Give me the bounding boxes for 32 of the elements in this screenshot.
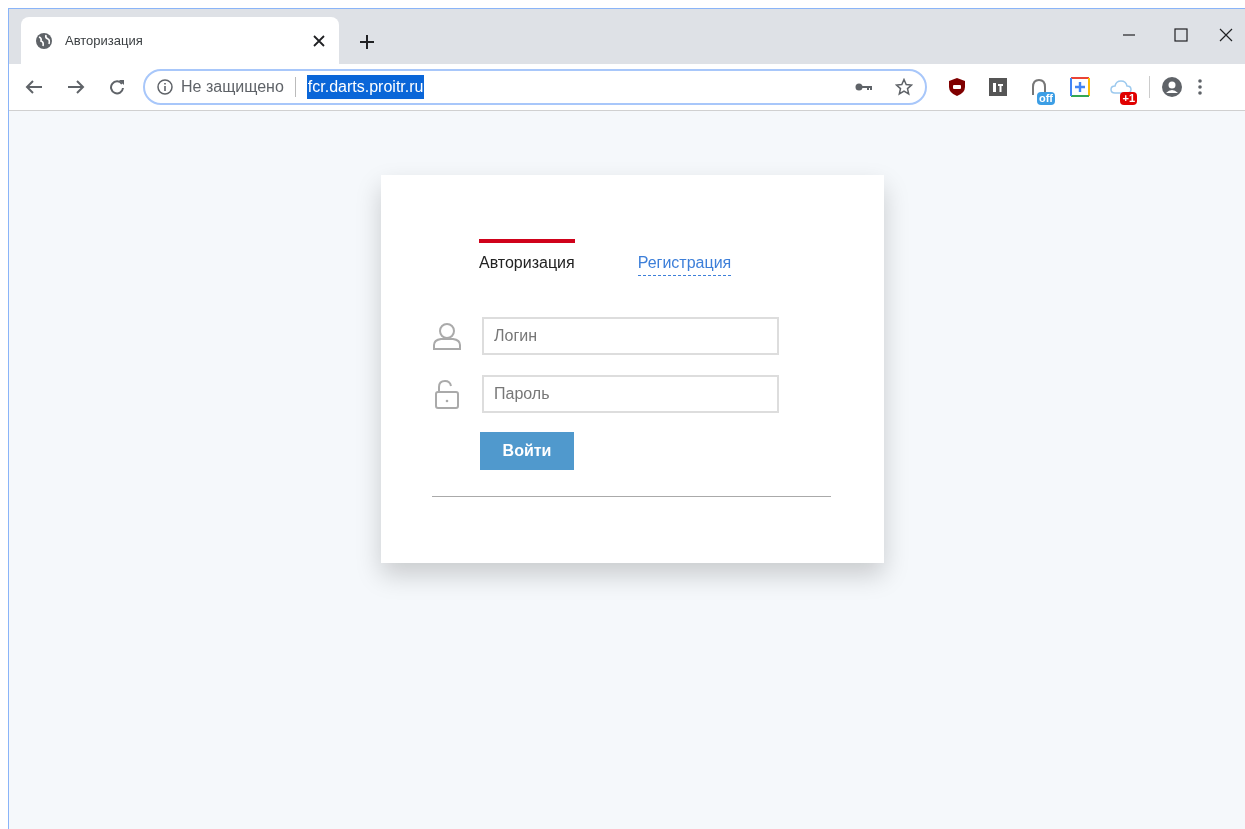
plus-icon[interactable]	[1070, 77, 1090, 97]
form-tab[interactable]: Регистрация	[637, 251, 732, 276]
close-icon[interactable]	[313, 34, 325, 47]
input-field[interactable]: Пароль	[482, 375, 779, 413]
cloud-icon[interactable]	[1110, 80, 1132, 94]
forward-icon[interactable]	[67, 79, 85, 95]
maximize-icon[interactable]	[1174, 28, 1188, 42]
address-bar[interactable]: Не защищено fcr.darts.proitr.ru	[143, 69, 927, 105]
user-icon	[432, 321, 462, 351]
close-window-icon[interactable]	[1219, 28, 1233, 42]
reload-icon[interactable]	[109, 79, 125, 95]
star-icon[interactable]	[895, 78, 913, 96]
back-icon[interactable]	[25, 79, 43, 95]
new-tab-icon[interactable]	[359, 34, 375, 50]
arch-icon[interactable]	[1030, 78, 1048, 96]
extension-badge: +1	[1120, 92, 1137, 105]
shield-icon[interactable]	[948, 77, 966, 97]
unlocked-lock-icon	[435, 379, 459, 409]
extension-icon[interactable]	[989, 78, 1007, 96]
globe-icon	[35, 31, 53, 50]
key-icon[interactable]	[855, 82, 873, 92]
extension-badge: off	[1036, 92, 1055, 105]
tab-title: Авторизация	[65, 31, 144, 50]
info-icon[interactable]	[157, 79, 173, 95]
form-tab[interactable]: Авторизация	[479, 239, 575, 277]
login-button[interactable]: Войти	[480, 432, 574, 470]
menu-icon[interactable]	[1198, 79, 1202, 95]
profile-icon[interactable]	[1162, 77, 1182, 97]
url-text[interactable]: fcr.darts.proitr.ru	[306, 75, 425, 99]
input-field[interactable]: Логин	[482, 317, 779, 355]
browser-tab[interactable]: Авторизация	[21, 17, 339, 64]
security-label[interactable]: Не защищено	[181, 75, 284, 99]
